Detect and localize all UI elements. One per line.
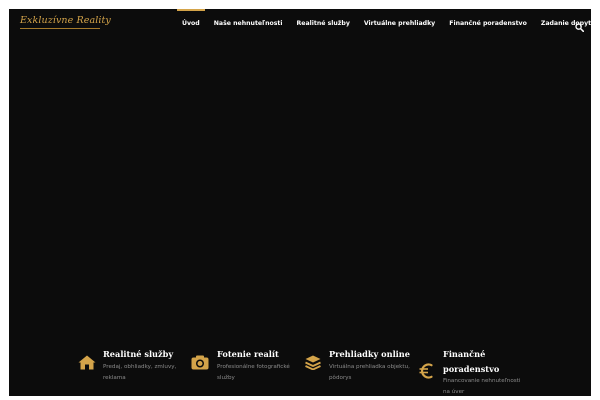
layers-icon: [305, 355, 321, 375]
nav-item-nase-nehnutelnosti[interactable]: Naše nehnuteľnosti: [207, 9, 290, 37]
logo-underline: [20, 28, 100, 29]
feature-desc-line: služby: [217, 375, 235, 381]
feature-desc-line: Predaj, obhliadky, zmluvy,: [103, 364, 177, 370]
feature-title: poradenstvo: [443, 364, 500, 374]
camera-icon: [191, 355, 209, 375]
feature-realitne-sluzby: Realitné služby Predaj, obhliadky, zmluv…: [77, 346, 187, 391]
feature-desc-line: pôdorys: [329, 375, 352, 381]
feature-title: Realitné služby: [103, 349, 174, 359]
feature-title: Finančné: [443, 349, 486, 359]
main-nav: Úvod Naše nehnuteľnosti Realitné služby …: [175, 9, 591, 37]
nav-item-uvod[interactable]: Úvod: [175, 9, 207, 37]
euro-icon: [419, 362, 433, 385]
home-icon: [78, 355, 96, 375]
feature-financne-poradenstvo: Finančné poradenstvo Financovanie nehnut…: [417, 346, 537, 396]
feature-desc-line: reklama: [103, 375, 126, 381]
feature-desc-line: na úver: [443, 389, 465, 395]
feature-prehliadky-online: Prehliadky online Virtuálna prehliadka o…: [304, 346, 419, 391]
nav-item-realitne-sluzby[interactable]: Realitné služby: [290, 9, 357, 37]
logo[interactable]: Exkluzívne Reality: [20, 15, 111, 31]
feature-desc-line: Financovanie nehnuteľnosti: [443, 378, 521, 384]
feature-desc-line: Virtuálna prehliadka objektu,: [329, 364, 410, 370]
feature-title: Fotenie realít: [217, 349, 279, 359]
logo-text: Exkluzívne Reality: [20, 15, 111, 26]
feature-fotenie-realit: Fotenie realít Profesionálne fotografick…: [190, 346, 300, 391]
nav-item-financne-poradenstvo[interactable]: Finančné poradenstvo: [442, 9, 534, 37]
page-frame: Exkluzívne Reality Úvod Naše nehnuteľnos…: [9, 9, 591, 396]
search-icon[interactable]: [575, 19, 585, 33]
feature-title: Prehliadky online: [329, 349, 410, 359]
nav-item-virtualne-prehliadky[interactable]: Virtuálne prehliadky: [357, 9, 442, 37]
feature-desc-line: Profesionálne fotografické: [217, 364, 290, 370]
